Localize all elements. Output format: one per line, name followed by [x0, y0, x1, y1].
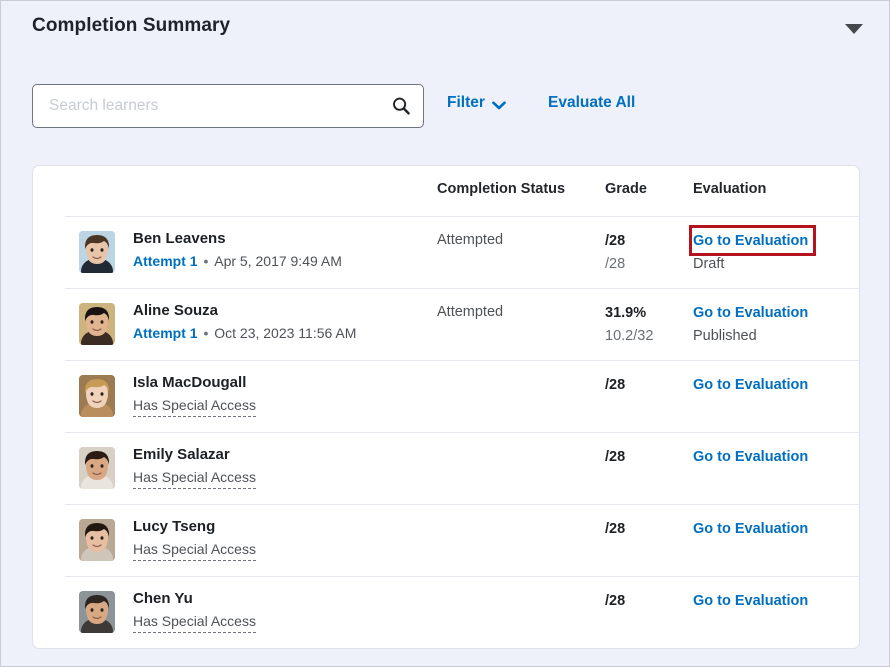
go-to-evaluation-link[interactable]: Go to Evaluation: [693, 303, 808, 323]
grade-cell: 31.9% 10.2/32: [605, 303, 705, 346]
evaluation-cell: Go to Evaluation: [693, 447, 808, 467]
learner-info: Ben Leavens Attempt 1 • Apr 5, 2017 9:49 …: [133, 229, 342, 271]
evaluation-cell: Go to Evaluation: [693, 519, 808, 539]
filter-button[interactable]: Filter: [447, 94, 506, 112]
learner-access-info: Has Special Access: [133, 612, 256, 633]
special-access-label[interactable]: Has Special Access: [133, 396, 256, 417]
grade-cell: /28: [605, 447, 705, 467]
grade-value: 31.9%: [605, 305, 647, 321]
go-to-evaluation-link[interactable]: Go to Evaluation: [693, 231, 808, 251]
separator-dot: •: [199, 325, 213, 341]
grade-value: /28: [605, 233, 626, 249]
attempt-link[interactable]: Attempt 1: [133, 325, 198, 341]
learner-info: Aline Souza Attempt 1 • Oct 23, 2023 11:5…: [133, 301, 356, 343]
grade-value: /28: [605, 377, 626, 393]
table-row[interactable]: Chen Yu Has Special Access/28 Go to Evalua…: [65, 576, 859, 648]
table-body: Ben Leavens Attempt 1 • Apr 5, 2017 9:49 …: [33, 216, 859, 648]
learner-name: Lucy Tseng: [133, 518, 216, 535]
evaluation-cell: Go to Evaluation Published: [693, 303, 808, 346]
grade-cell: /28: [605, 591, 705, 611]
ben-leavens-avatar-image: [79, 231, 115, 273]
column-header-grade: Grade: [605, 181, 647, 197]
attempt-link[interactable]: Attempt 1: [133, 253, 198, 269]
filter-label: Filter: [447, 94, 485, 111]
search-input[interactable]: [33, 85, 385, 127]
page-title: Completion Summary: [32, 15, 231, 36]
learner-name: Emily Salazar: [133, 446, 230, 463]
ben-leavens-avatar: [79, 231, 115, 273]
grade-cell: /28/28: [605, 231, 705, 274]
table-row[interactable]: Emily Salazar Has Special Access/28 Go to …: [65, 432, 859, 504]
separator-dot: •: [199, 253, 213, 269]
learner-access-info: Has Special Access: [133, 540, 256, 561]
isla-macdougall-avatar-image: [79, 375, 115, 417]
learner-info: Isla MacDougall Has Special Access: [133, 373, 256, 417]
go-to-evaluation-link[interactable]: Go to Evaluation: [693, 519, 808, 539]
learner-attempt-info: Attempt 1 • Oct 23, 2023 11:56 AM: [133, 324, 356, 343]
completion-status-cell: Attempted: [437, 232, 504, 248]
column-header-evaluation: Evaluation: [693, 181, 767, 197]
search-icon: [393, 97, 410, 115]
evaluation-cell: Go to Evaluation: [693, 591, 808, 611]
learner-info: Emily Salazar Has Special Access: [133, 445, 256, 489]
learner-name: Aline Souza: [133, 302, 219, 319]
table-row[interactable]: Ben Leavens Attempt 1 • Apr 5, 2017 9:49 …: [65, 216, 859, 288]
grade-cell: /28: [605, 375, 705, 395]
triangle-down-icon: [845, 24, 863, 34]
chevron-down-icon: [492, 100, 506, 109]
grade-value: /28: [605, 593, 626, 609]
go-to-evaluation-link[interactable]: Go to Evaluation: [693, 591, 808, 611]
grade-value: /28: [605, 449, 626, 465]
evaluate-all-button[interactable]: Evaluate All: [548, 94, 635, 112]
attempt-timestamp: Oct 23, 2023 11:56 AM: [214, 325, 357, 341]
evaluation-cell: Go to Evaluation Draft: [693, 231, 808, 274]
evaluation-status: Published: [693, 328, 757, 344]
special-access-label[interactable]: Has Special Access: [133, 468, 256, 489]
evaluation-status: Draft: [693, 256, 725, 272]
attempt-timestamp: Apr 5, 2017 9:49 AM: [214, 253, 342, 269]
aline-souza-avatar-image: [79, 303, 115, 345]
search-button[interactable]: [383, 88, 419, 124]
completion-summary-panel: Completion Summary Filter Evaluate All: [0, 0, 890, 667]
aline-souza-avatar: [79, 303, 115, 345]
grade-detail: 10.2/32: [605, 328, 654, 344]
table-row[interactable]: Lucy Tseng Has Special Access/28 Go to Eva…: [65, 504, 859, 576]
grade-detail: /28: [605, 256, 626, 272]
isla-macdougall-avatar: [79, 375, 115, 417]
grade-value: /28: [605, 521, 626, 537]
emily-salazar-avatar: [79, 447, 115, 489]
search-box[interactable]: [32, 84, 424, 128]
panel-header: Completion Summary: [1, 1, 889, 57]
chen-yu-avatar-image: [79, 591, 115, 633]
table-header-row: Completion Status Grade Evaluation: [33, 166, 859, 216]
learners-table-card: Completion Status Grade Evaluation Ben L…: [32, 165, 860, 649]
toolbar: Filter Evaluate All: [1, 79, 889, 139]
collapse-panel-button[interactable]: [837, 15, 871, 43]
lucy-tseng-avatar: [79, 519, 115, 561]
special-access-label[interactable]: Has Special Access: [133, 612, 256, 633]
learner-access-info: Has Special Access: [133, 396, 256, 417]
lucy-tseng-avatar-image: [79, 519, 115, 561]
emily-salazar-avatar-image: [79, 447, 115, 489]
learner-name: Chen Yu: [133, 590, 193, 607]
learner-info: Chen Yu Has Special Access: [133, 589, 256, 633]
go-to-evaluation-link[interactable]: Go to Evaluation: [693, 375, 808, 395]
completion-status-cell: Attempted: [437, 304, 504, 320]
grade-cell: /28: [605, 519, 705, 539]
learner-info: Lucy Tseng Has Special Access: [133, 517, 256, 561]
go-to-evaluation-link[interactable]: Go to Evaluation: [693, 447, 808, 467]
special-access-label[interactable]: Has Special Access: [133, 540, 256, 561]
learner-access-info: Has Special Access: [133, 468, 256, 489]
table-row[interactable]: Aline Souza Attempt 1 • Oct 23, 2023 11:5…: [65, 288, 859, 360]
chen-yu-avatar: [79, 591, 115, 633]
column-header-completion-status: Completion Status: [437, 181, 566, 197]
table-row[interactable]: Isla MacDougall Has Special Access/28 Go t…: [65, 360, 859, 432]
learner-attempt-info: Attempt 1 • Apr 5, 2017 9:49 AM: [133, 252, 342, 271]
evaluation-cell: Go to Evaluation: [693, 375, 808, 395]
learner-name: Isla MacDougall: [133, 374, 247, 391]
learner-name: Ben Leavens: [133, 230, 226, 247]
